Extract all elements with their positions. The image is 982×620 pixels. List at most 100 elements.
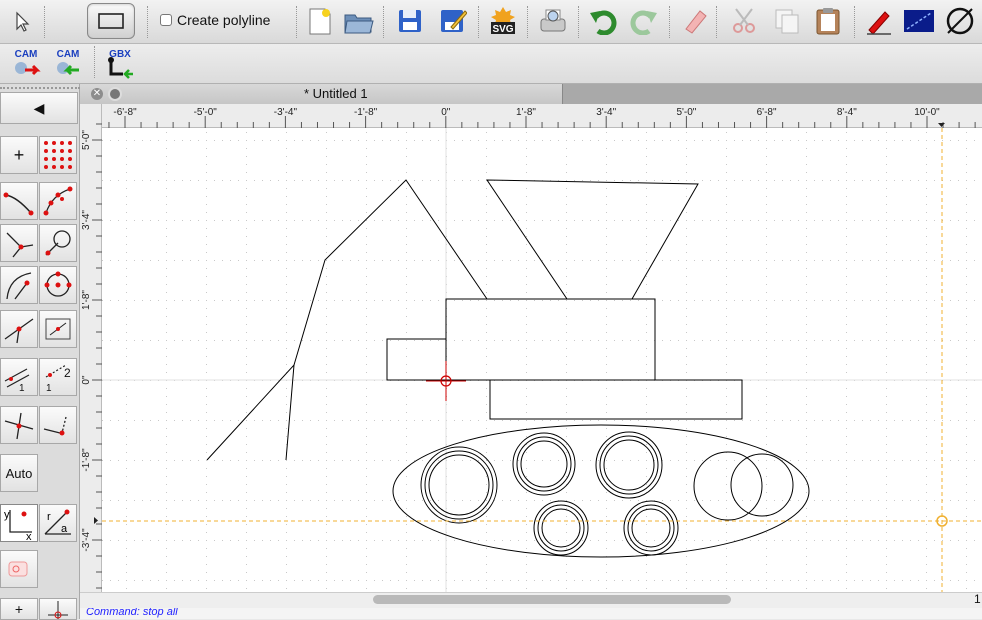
point-grid-tool-button[interactable] [39,136,77,174]
draw-pen-button[interactable] [862,5,894,37]
rectangle-icon [98,13,124,29]
ruler-label: 3'-4" [596,107,616,118]
zoom-tab-icon[interactable] [108,87,122,101]
dock-extra-button-b[interactable] [39,598,77,620]
xy-coordinate-button[interactable]: yx [0,504,38,542]
new-document-button[interactable] [303,5,335,37]
spline-points-icon [43,186,73,216]
save-button[interactable] [394,5,426,37]
wheel-top-middle[interactable] [512,432,576,496]
paste-button[interactable] [812,5,844,37]
command-line[interactable]: Command: stop all [80,608,982,619]
drawing-canvas[interactable] [102,128,982,592]
dock-extra-button-a[interactable]: + [0,598,38,620]
dimension-icon: 1 [4,368,30,393]
line-point-icon [4,318,34,344]
svg-text:y: y [4,509,10,521]
redo-icon [630,10,657,35]
svg-text:1: 1 [19,383,25,393]
ruler-label: -3'-4" [274,107,298,118]
copy-button[interactable] [771,5,803,37]
redo-button[interactable] [628,5,660,37]
spline-points-tool-button[interactable] [39,182,77,220]
pen-icon [867,11,891,35]
grid [102,128,982,592]
ruler-label: -1'-8" [81,448,92,472]
main-toolbar: Create polyline SVG [0,0,982,44]
create-polyline-label: Create polyline [177,12,271,28]
export-svg-button[interactable]: SVG [487,5,519,37]
pointer-icon [16,11,30,32]
arc-tangent-tool-button[interactable] [0,266,38,304]
document-tab[interactable]: ✕ * Untitled 1 [80,84,563,104]
spline-tool-button[interactable] [0,182,38,220]
line-box-tool-button[interactable] [39,310,77,348]
ruler-marker-icon [938,123,945,127]
cam-export-label: CAM [14,49,38,60]
rectangle-tool-button[interactable] [87,3,135,39]
wheel-bottom-right[interactable] [623,500,679,556]
tangent-circle-tool-button[interactable] [39,224,77,262]
eraser-icon [685,10,707,34]
eraser-button[interactable] [679,5,711,37]
line-angle-tool-button[interactable] [0,224,38,262]
dimension-two-icon: 21 [45,364,71,393]
circle-center-tool-button[interactable] [39,266,77,304]
track-ellipse[interactable] [392,424,810,558]
arm-lines[interactable] [293,179,488,366]
checkbox-box[interactable] [160,14,172,26]
overlap-circle-left[interactable] [693,451,763,521]
circle-slash-icon [946,7,974,35]
body-rectangle[interactable] [445,298,656,381]
svg-text:a: a [61,523,68,535]
cam-export-button[interactable]: CAM [10,48,42,80]
open-file-button[interactable] [343,6,375,38]
create-polyline-checkbox[interactable]: Create polyline [160,12,270,28]
save-as-button[interactable] [437,5,469,37]
left-leg-lines[interactable] [206,363,295,461]
point-tool-button[interactable]: + [0,136,38,174]
dock-collapse-button[interactable]: ◀ [0,92,78,124]
wheel-bottom-left[interactable] [533,500,589,556]
snap-restrict-button[interactable] [0,550,38,588]
wheel-large-left[interactable] [420,446,498,524]
clipboard-icon [816,8,840,35]
perpendicular-tool-button[interactable] [0,406,38,444]
undo-button[interactable] [587,5,619,37]
wheel-top-right[interactable] [595,431,663,499]
select-arrow-button[interactable] [6,6,38,38]
ruler-label: 1'-8" [81,290,92,310]
orthogonal-tool-button[interactable] [39,406,77,444]
tangent-circle-icon [45,230,71,256]
ruler-label: 5'-0" [676,107,696,118]
print-preview-button[interactable] [537,5,569,37]
scrollbar-thumb[interactable] [373,595,731,604]
close-tab-icon[interactable]: ✕ [91,88,103,100]
cut-button[interactable] [729,5,761,37]
arc-tangent-icon [6,272,32,300]
cam-import-button[interactable]: CAM [52,48,84,80]
funnel-shape[interactable] [486,179,699,300]
snap-toggle-button[interactable] [944,5,976,37]
gbx-export-button[interactable]: GBX [104,48,136,80]
line-point-tool-button[interactable] [0,310,38,348]
svg-text:2: 2 [64,366,71,380]
dot-grid-icon [44,141,72,169]
polar-coordinate-button[interactable]: ra [39,504,77,542]
ruler-label: -5'-0" [194,107,218,118]
auto-snap-button[interactable]: Auto [0,454,38,492]
dimension-tool-button[interactable]: 1 [0,358,38,396]
ruler-label: 6'-8" [757,107,777,118]
scissors-icon [733,8,755,33]
base-rectangle[interactable] [489,379,743,420]
dimension-two-tool-button[interactable]: 21 [39,358,77,396]
floppy-disk-icon [399,10,421,32]
grid-toggle-button[interactable] [903,5,935,37]
copy-icon [775,9,799,34]
small-left-rectangle[interactable] [386,338,447,381]
cam-toolbar: CAM CAM GBX [0,44,982,84]
ruler-label: 5'-0" [81,130,92,150]
folder-icon [344,14,374,34]
drawing-surface[interactable] [102,128,982,592]
svg-export-icon: SVG [491,7,515,35]
